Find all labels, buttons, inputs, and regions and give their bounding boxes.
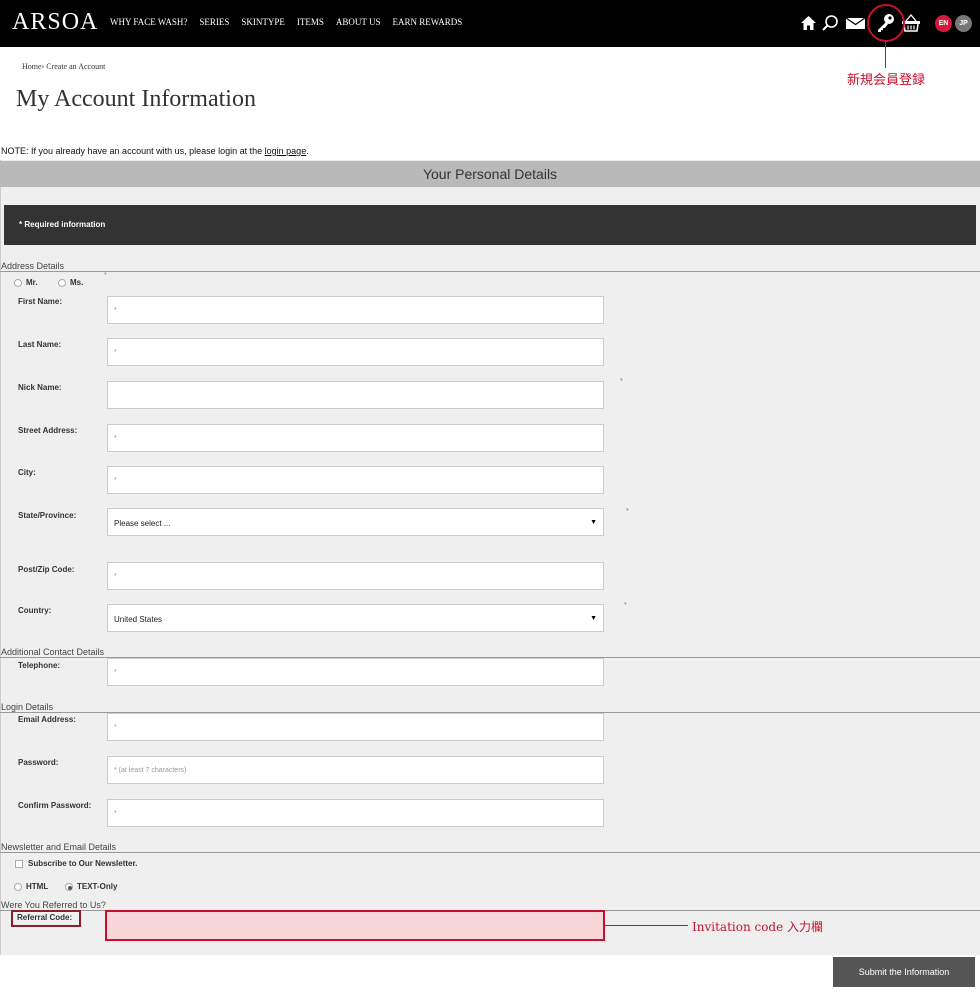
last-name-input[interactable]: *: [107, 338, 604, 366]
confirm-password-label: Confirm Password:: [18, 801, 92, 810]
state-select-value: Please select ...: [114, 519, 171, 528]
format-html-radio[interactable]: HTML: [14, 882, 48, 891]
newsletter-subscribe-label: Subscribe to Our Newsletter.: [28, 859, 138, 868]
radio-circle[interactable]: [14, 278, 22, 287]
country-required-mark: *: [624, 602, 627, 609]
referral-annotation: Invitation code 入力欄: [692, 920, 824, 934]
referral-title: Were You Referred to Us?: [1, 900, 106, 910]
radio-circle[interactable]: [14, 882, 22, 891]
city-input[interactable]: *: [107, 466, 604, 494]
key-highlight-circle: [867, 4, 905, 42]
email-label: Email Address:: [18, 715, 76, 724]
required-info-box: * Required information: [4, 205, 976, 245]
search-icon[interactable]: [820, 10, 840, 36]
gender-mr-label: Mr.: [26, 278, 38, 287]
street-address-input[interactable]: *: [107, 424, 604, 452]
breadcrumb[interactable]: Home› Create an Account: [22, 62, 105, 71]
state-required-mark: *: [626, 508, 629, 515]
format-html-label: HTML: [26, 882, 49, 891]
email-input[interactable]: *: [107, 713, 604, 741]
zip-input[interactable]: *: [107, 562, 604, 590]
login-note-end: .: [306, 146, 309, 156]
nav-items[interactable]: ITEMS: [297, 17, 324, 27]
brand-logo[interactable]: ARSOA: [12, 9, 98, 36]
section-divider: [0, 271, 980, 272]
password-label: Password:: [18, 758, 59, 767]
state-select[interactable]: Please select ... ▼: [107, 508, 604, 536]
telephone-input[interactable]: *: [107, 658, 604, 686]
language-jp-button[interactable]: JP: [955, 15, 972, 32]
key-annotation-line: [885, 42, 886, 68]
gender-mr-radio[interactable]: Mr.: [14, 278, 38, 287]
nick-name-input[interactable]: [107, 381, 604, 409]
submit-button[interactable]: Submit the Information: [833, 957, 975, 987]
state-label: State/Province:: [18, 511, 77, 520]
first-name-input[interactable]: *: [107, 296, 604, 324]
gender-ms-label: Ms.: [70, 278, 84, 287]
nick-name-mark: *: [620, 378, 623, 385]
newsletter-details-title: Newsletter and Email Details: [1, 842, 117, 852]
nav-about-us[interactable]: ABOUT US: [336, 17, 381, 27]
street-address-label: Street Address:: [18, 426, 78, 435]
registration-form: [0, 160, 980, 955]
referral-code-label: Referral Code:: [17, 913, 73, 922]
caret-down-icon: ▼: [590, 615, 597, 622]
caret-down-icon: ▼: [590, 519, 597, 526]
nick-name-label: Nick Name:: [18, 383, 62, 392]
page-title: My Account Information: [16, 86, 256, 112]
referral-code-input[interactable]: [105, 910, 605, 941]
confirm-password-input[interactable]: *: [107, 799, 604, 827]
first-name-label: First Name:: [18, 297, 63, 306]
country-select[interactable]: United States ▼: [107, 604, 604, 632]
city-label: City:: [18, 468, 36, 477]
country-label: Country:: [18, 606, 52, 615]
key-annotation: 新規会員登録: [847, 73, 926, 88]
address-details-title: Address Details: [1, 261, 65, 271]
main-nav: WHY FACE WASH? SERIES SKINTYPE ITEMS ABO…: [110, 17, 462, 27]
zip-label: Post/Zip Code:: [18, 565, 75, 574]
login-page-link[interactable]: login page: [265, 146, 307, 156]
home-icon[interactable]: [798, 10, 818, 36]
password-input[interactable]: * (at least 7 characters): [107, 756, 604, 784]
nav-why-face-wash[interactable]: WHY FACE WASH?: [110, 17, 187, 27]
radio-circle[interactable]: [58, 278, 66, 287]
telephone-label: Telephone:: [18, 661, 61, 670]
nav-earn-rewards[interactable]: EARN REWARDS: [392, 17, 462, 27]
contact-details-title: Additional Contact Details: [1, 647, 105, 657]
last-name-label: Last Name:: [18, 340, 62, 349]
section-divider: [0, 852, 980, 853]
personal-details-header: Your Personal Details: [0, 161, 980, 187]
newsletter-subscribe-checkbox[interactable]: Subscribe to Our Newsletter.: [15, 859, 137, 868]
nav-skintype[interactable]: SKINTYPE: [241, 17, 285, 27]
login-note-text: NOTE: If you already have an account wit…: [1, 146, 265, 156]
mail-icon[interactable]: [846, 10, 866, 36]
login-note: NOTE: If you already have an account wit…: [1, 146, 309, 156]
top-navigation-bar: ARSOA WHY FACE WASH? SERIES SKINTYPE ITE…: [0, 0, 980, 47]
checkbox-box[interactable]: [15, 859, 23, 868]
country-select-value: United States: [114, 615, 163, 624]
radio-circle-selected[interactable]: [65, 882, 73, 891]
login-details-title: Login Details: [1, 702, 54, 712]
language-en-button[interactable]: EN: [935, 15, 952, 32]
nav-series[interactable]: SERIES: [199, 17, 229, 27]
format-text-only-label: TEXT-Only: [77, 882, 118, 891]
gender-required-mark: *: [104, 272, 107, 279]
format-text-only-radio[interactable]: TEXT-Only: [65, 882, 117, 891]
gender-ms-radio[interactable]: Ms.: [58, 278, 83, 287]
referral-annotation-line: [605, 925, 688, 926]
required-info-text: * Required information: [19, 220, 106, 229]
